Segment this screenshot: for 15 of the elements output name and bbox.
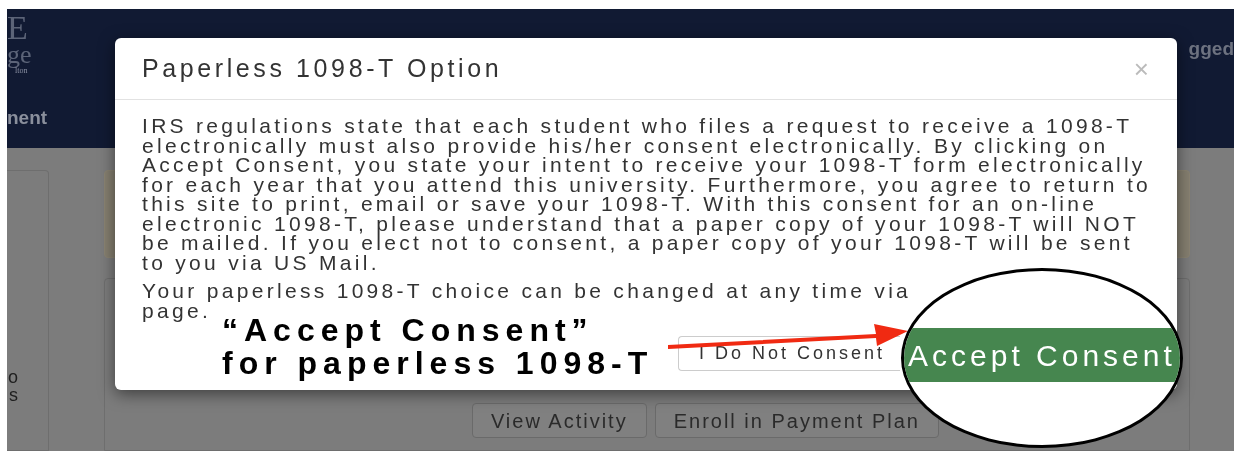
- annotation-caption: for paperless 1098-T: [222, 347, 654, 380]
- page-button[interactable]: View Activity: [471, 403, 647, 438]
- sidebar-text: o: [8, 368, 18, 386]
- annotation-caption: “Accept Consent”: [222, 314, 595, 347]
- logo-subtext: lton: [15, 66, 28, 75]
- nav-item[interactable]: nent: [7, 104, 48, 133]
- consent-paragraph: IRS regulations state that each student who files a request to receive a 1098-T electronically must also provide his/her consent electronically. By clicking on Accept Consent, you state your intent to receive your 1098-T form electronically for each year that you attend this university. Furthermore, you agree to return to this site to print, email or save your 1098-T. With this consent for an on-line electronic 1098-T, please understand that a paper copy of your 1098-T will NOT be mailed. If you elect not to consent, a paper copy of your 1098-T will be sent to you via US Mail.: [142, 116, 1152, 272]
- user-status-text: gged: [1188, 37, 1234, 61]
- logo-text: ge: [7, 44, 33, 66]
- logo-text: E: [7, 12, 29, 44]
- dialog-title: Paperless 1098-T Option: [142, 52, 503, 84]
- accept-consent-button[interactable]: Accept Consent: [904, 328, 1180, 382]
- sidebar-text: s: [9, 386, 18, 404]
- page-button[interactable]: Enroll in Payment Plan: [654, 403, 939, 438]
- choice-text: Your paperless 1098-T choice can be changed at any time via: [142, 281, 913, 301]
